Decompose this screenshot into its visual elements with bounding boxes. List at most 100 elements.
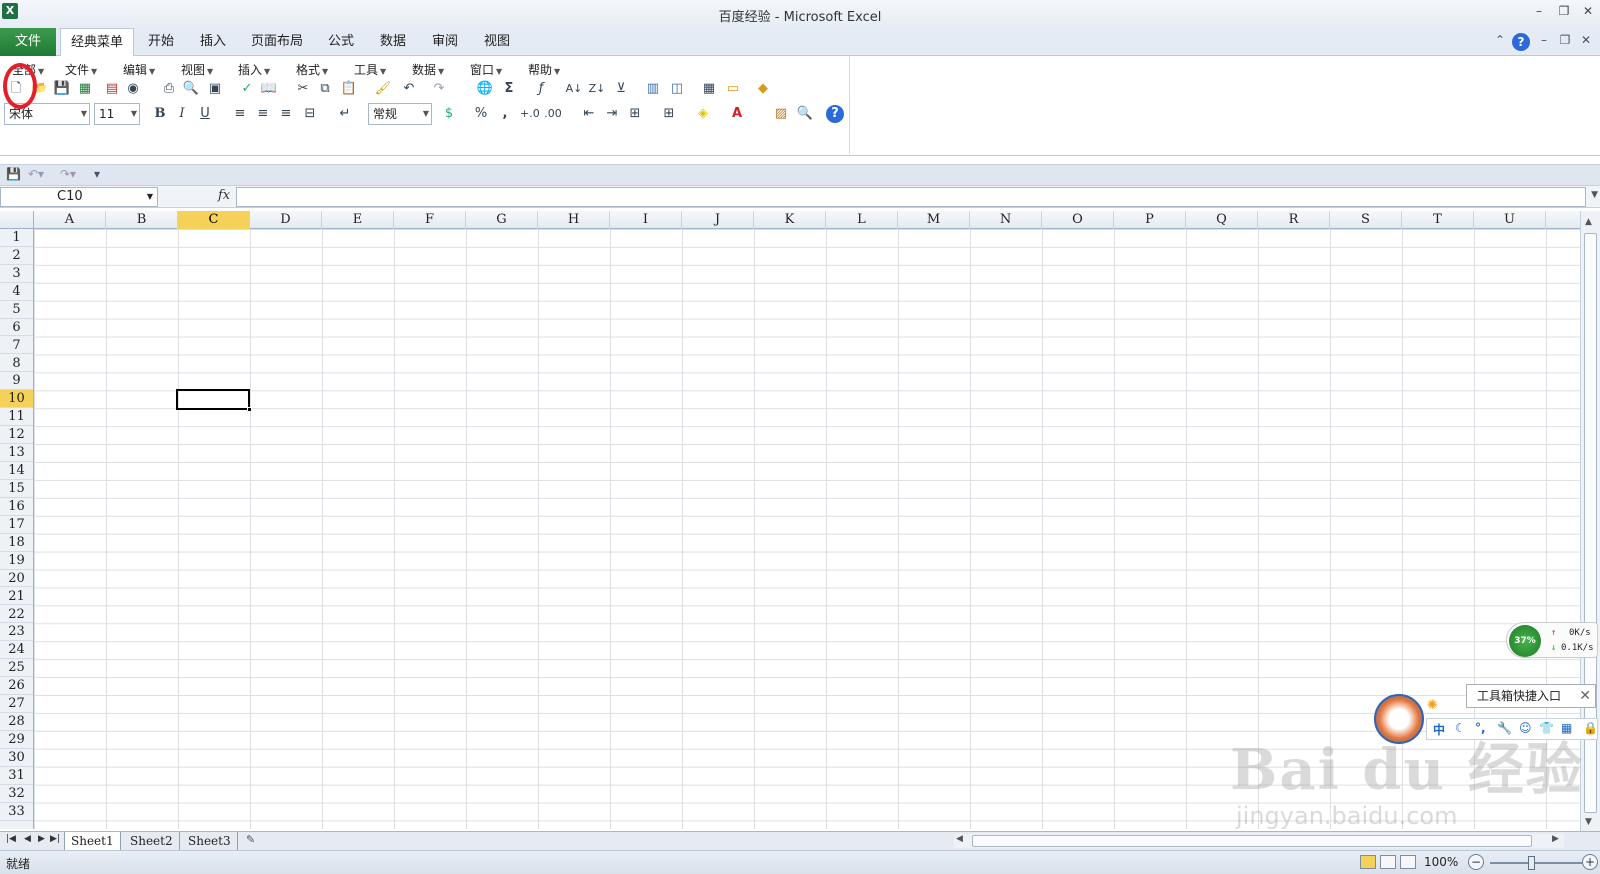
font-color-icon[interactable]: A <box>728 105 746 123</box>
row-header[interactable]: 16 <box>0 498 33 516</box>
sheet-tab-sheet1[interactable]: Sheet1 <box>64 832 121 850</box>
row-header[interactable]: 25 <box>0 659 33 678</box>
cell-styles-icon[interactable]: ⊞ <box>626 105 644 123</box>
normal-view-button[interactable] <box>1360 855 1376 869</box>
row-header[interactable]: 28 <box>0 713 33 731</box>
help-icon[interactable]: ? <box>1512 33 1530 51</box>
decrease-indent-icon[interactable]: ⇤ <box>580 105 598 123</box>
horizontal-scroll-thumb[interactable] <box>972 835 1532 847</box>
minimize-ribbon-icon[interactable]: ⌃ <box>1491 33 1509 51</box>
number-format-select[interactable]: 常规 ▼ <box>368 103 432 125</box>
row-header[interactable]: 18 <box>0 534 33 552</box>
row-header[interactable]: 12 <box>0 426 33 445</box>
lock-icon[interactable]: 🔒 <box>1583 721 1598 735</box>
research-icon[interactable]: 📖 <box>260 80 278 98</box>
redo-icon[interactable]: ↷ <box>430 80 448 98</box>
column-header[interactable]: O <box>1042 211 1114 229</box>
print-icon[interactable]: ⎙ <box>160 80 178 98</box>
bold-button[interactable]: B <box>151 105 169 123</box>
row-header[interactable]: 27 <box>0 695 33 713</box>
last-sheet-icon[interactable]: ▶| <box>50 834 60 844</box>
workbook-minimize-icon[interactable]: – <box>1535 33 1553 51</box>
table-icon[interactable]: ▦ <box>700 80 718 98</box>
save-as-icon[interactable]: ▦ <box>76 80 94 98</box>
increase-indent-icon[interactable]: ⇥ <box>603 105 621 123</box>
maximize-button[interactable]: ❐ <box>1553 4 1575 18</box>
row-header[interactable]: 5 <box>0 301 33 319</box>
undo-icon[interactable]: ↶ <box>400 80 418 98</box>
row-header[interactable]: 8 <box>0 355 33 373</box>
row-header[interactable]: 13 <box>0 444 33 462</box>
align-right-icon[interactable]: ≡ <box>277 105 295 123</box>
row-header[interactable]: 14 <box>0 462 33 480</box>
column-header[interactable]: B <box>106 211 178 229</box>
row-header[interactable]: 29 <box>0 731 33 749</box>
row-header[interactable]: 30 <box>0 749 33 767</box>
tab-data[interactable]: 数据 <box>372 28 414 56</box>
currency-icon[interactable]: $ <box>440 105 458 123</box>
borders-icon[interactable]: ⊞ <box>660 105 678 123</box>
menu-tools[interactable]: 工具 ▼ <box>354 61 386 78</box>
row-header[interactable]: 23 <box>0 623 33 642</box>
row-header[interactable]: 20 <box>0 570 33 588</box>
tab-review[interactable]: 审阅 <box>424 28 466 56</box>
pivot-icon[interactable]: ◫ <box>668 80 686 98</box>
qat-redo-icon[interactable]: ↷▾ <box>60 167 76 181</box>
row-header[interactable]: 4 <box>0 283 33 301</box>
page-layout-view-button[interactable] <box>1380 855 1396 869</box>
hyperlink-icon[interactable]: 🌐 <box>476 80 494 98</box>
copy-icon[interactable]: ⧉ <box>316 80 334 98</box>
column-header[interactable]: Q <box>1186 211 1258 229</box>
row-header[interactable]: 6 <box>0 319 33 337</box>
workbook-restore-icon[interactable]: ❐ <box>1556 33 1574 51</box>
page-setup-icon[interactable]: ▣ <box>206 80 224 98</box>
print-preview-icon[interactable]: 🔍 <box>182 80 200 98</box>
column-header[interactable]: K <box>754 211 826 229</box>
zoom-in-button[interactable]: + <box>1582 854 1598 870</box>
scroll-right-icon[interactable]: ▶ <box>1552 834 1559 844</box>
row-header[interactable]: 31 <box>0 767 33 785</box>
expand-formula-icon[interactable]: ▼ <box>1591 190 1598 200</box>
merge-center-icon[interactable]: ⊟ <box>301 105 319 123</box>
tab-insert[interactable]: 插入 <box>192 28 234 56</box>
first-sheet-icon[interactable]: |◀ <box>6 834 16 844</box>
name-box[interactable]: C10 ▼ <box>0 187 158 207</box>
menu-help[interactable]: 帮助 ▼ <box>528 61 560 78</box>
row-header[interactable]: 2 <box>0 247 33 265</box>
row-header[interactable]: 7 <box>0 337 33 355</box>
horizontal-scrollbar[interactable]: ◀ ▶ <box>954 834 1564 848</box>
row-header[interactable]: 22 <box>0 606 33 624</box>
sort-descending-icon[interactable]: Z↓ <box>588 80 606 98</box>
insert-function-fx-icon[interactable]: fx <box>218 188 230 203</box>
column-header-selected[interactable]: C <box>178 211 250 229</box>
tab-home[interactable]: 开始 <box>140 28 182 56</box>
row-header-selected[interactable]: 10 <box>0 390 33 409</box>
help-circle-icon[interactable]: ? <box>826 105 844 123</box>
menu-view[interactable]: 视图 ▼ <box>181 61 213 78</box>
fill-handle[interactable] <box>247 407 252 412</box>
tab-classic-menu[interactable]: 经典菜单 <box>60 28 134 57</box>
italic-button[interactable]: I <box>173 105 191 123</box>
align-center-icon[interactable]: ≡ <box>254 105 272 123</box>
underline-button[interactable]: U <box>196 105 214 123</box>
column-header[interactable]: J <box>682 211 754 229</box>
font-size-select[interactable]: 11 ▼ <box>94 103 140 125</box>
clipboard-icon[interactable]: ▨ <box>772 105 790 123</box>
sheet-tab-sheet2[interactable]: Sheet2 <box>124 832 180 850</box>
toolbox-shortcut-popup[interactable]: 工具箱快捷入口 ✕ <box>1466 684 1596 708</box>
tab-page-layout[interactable]: 页面布局 <box>246 28 308 56</box>
menu-insert[interactable]: 插入 ▼ <box>238 61 270 78</box>
percent-button[interactable]: % <box>472 105 490 123</box>
column-header[interactable]: P <box>1114 211 1186 229</box>
column-header[interactable]: G <box>466 211 538 229</box>
active-cell-c10[interactable] <box>176 389 252 412</box>
qat-undo-icon[interactable]: ↶▾ <box>28 167 44 181</box>
increase-decimal-icon[interactable]: +.0 <box>520 105 540 123</box>
align-left-icon[interactable]: ≡ <box>231 105 249 123</box>
row-header[interactable]: 33 <box>0 803 33 821</box>
column-header[interactable]: F <box>394 211 466 229</box>
column-header[interactable]: N <box>970 211 1042 229</box>
chart-icon[interactable]: ▥ <box>644 80 662 98</box>
file-tab[interactable]: 文件 <box>0 28 56 56</box>
menu-window[interactable]: 窗口 ▼ <box>470 61 502 78</box>
